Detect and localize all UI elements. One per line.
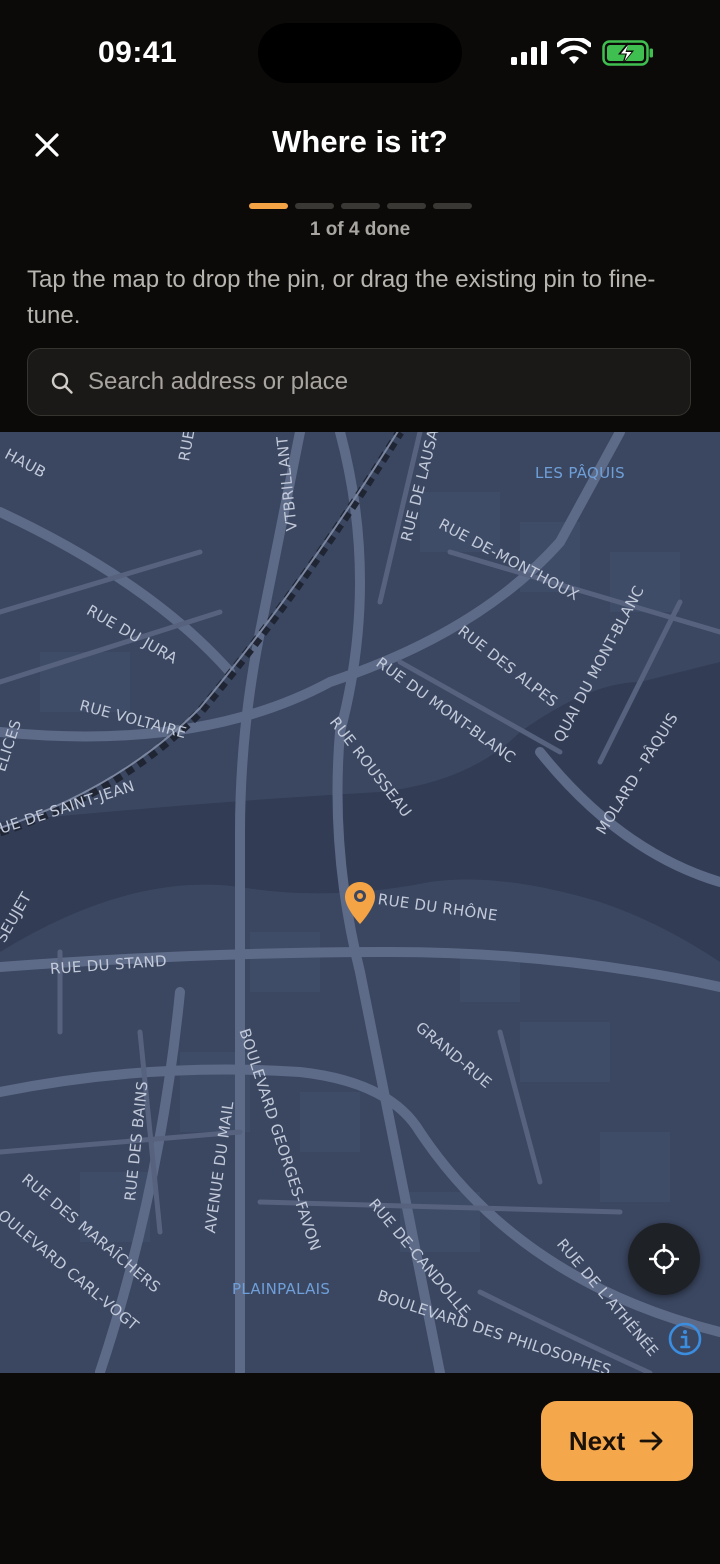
next-button[interactable]: Next <box>541 1401 693 1481</box>
progress-segment <box>387 203 426 209</box>
search-input[interactable] <box>88 349 678 415</box>
cellular-signal-icon <box>511 41 547 65</box>
page-title: Where is it? <box>272 124 448 159</box>
next-button-label: Next <box>568 1425 626 1456</box>
progress-segment <box>295 203 334 209</box>
search-box[interactable] <box>27 348 691 416</box>
map-area-label: PLAINPALAIS <box>232 1280 331 1298</box>
dynamic-island <box>258 23 462 83</box>
info-icon[interactable] <box>667 1321 703 1357</box>
battery-charging-icon <box>602 40 653 66</box>
step-progress <box>249 203 472 209</box>
wifi-icon <box>557 38 591 64</box>
search-icon <box>51 372 73 394</box>
status-time: 09:41 <box>98 36 178 69</box>
progress-label: 1 of 4 done <box>309 219 411 240</box>
map-view[interactable]: HAUB RUE VTBRILLANT RUE DE LAUSA LES PÂQ… <box>0 432 720 1373</box>
arrow-right-icon <box>639 1431 663 1451</box>
locate-me-button[interactable] <box>628 1223 700 1295</box>
progress-segment <box>249 203 288 209</box>
instruction-text: Tap the map to drop the pin, or drag the… <box>27 266 656 329</box>
header: Where is it? <box>0 110 720 180</box>
map-area-label: LES PÂQUIS <box>535 464 625 482</box>
progress-segment <box>433 203 472 209</box>
crosshair-icon <box>649 1244 679 1274</box>
progress-segment <box>341 203 380 209</box>
status-bar: 09:41 <box>0 0 720 105</box>
map-pin-icon[interactable] <box>343 880 377 926</box>
